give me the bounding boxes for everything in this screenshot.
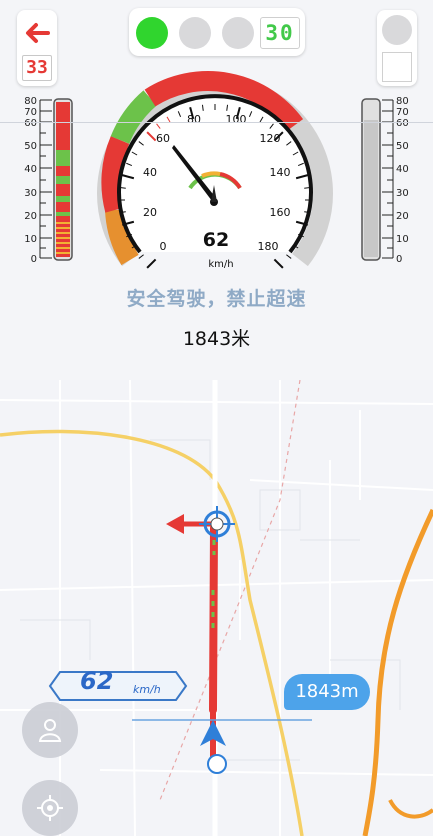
- right-indicator-box: [382, 52, 412, 82]
- right-tick-10: 10: [396, 234, 409, 245]
- left-card: 33: [17, 10, 57, 86]
- left-bar-gauge: 80 70 60 50 40 30 20 10 0: [24, 96, 73, 265]
- right-card: [377, 10, 417, 86]
- dial-label-120: 120: [260, 132, 281, 145]
- traffic-light-green: [136, 17, 168, 49]
- map-speed-pill: [48, 671, 188, 701]
- map-speed-value: 62: [80, 667, 114, 695]
- right-tick-0: 0: [396, 254, 402, 265]
- left-tick-0: 0: [31, 254, 37, 265]
- dial-label-20: 20: [143, 206, 157, 219]
- dial-label-60: 60: [156, 132, 170, 145]
- speed-readout: 62: [203, 229, 229, 251]
- counter-display: 33: [22, 55, 52, 81]
- left-tick-30: 30: [24, 188, 37, 199]
- dial-tick: [286, 254, 292, 259]
- dial-label-160: 160: [270, 206, 291, 219]
- dial-tick: [273, 258, 284, 269]
- right-bar-gauge: 80 70 60 50 40 30 20 10 0: [361, 96, 409, 265]
- map-speed-unit: km/h: [133, 683, 161, 696]
- arrow-left-icon: [26, 23, 50, 43]
- back-button[interactable]: [21, 17, 53, 49]
- profile-button[interactable]: [22, 702, 78, 758]
- person-icon: [38, 719, 62, 742]
- remaining-distance: 1843米: [182, 328, 251, 350]
- right-indicator-light: [382, 15, 412, 45]
- left-tick-20: 20: [24, 211, 37, 222]
- left-tick-50: 50: [24, 141, 37, 152]
- dashboard-panel: 33 30 80 70 60 50 40 30 20 10 0 80 70 60…: [0, 0, 433, 380]
- right-tick-60: 60: [396, 118, 409, 129]
- dial-label-0: 0: [160, 240, 167, 253]
- route-map[interactable]: [0, 380, 433, 836]
- distance-badge: 1843m: [284, 674, 370, 710]
- speedometer: 0 20 40 60 80 100 120 140 160 180 62 km/…: [97, 71, 333, 270]
- right-tick-70: 70: [396, 107, 409, 118]
- right-tick-40: 40: [396, 164, 409, 175]
- divider: [0, 122, 433, 123]
- light-countdown: 30: [260, 17, 300, 49]
- locate-icon: [37, 795, 63, 821]
- traffic-light-red: [222, 17, 254, 49]
- right-tick-20: 20: [396, 211, 409, 222]
- traffic-light-yellow: [179, 17, 211, 49]
- dial-label-140: 140: [270, 166, 291, 179]
- dial-tick: [146, 258, 157, 269]
- left-tick-70: 70: [24, 107, 37, 118]
- dial-label-100: 100: [226, 113, 247, 126]
- left-tick-60: 60: [24, 118, 37, 129]
- left-tick-10: 10: [24, 234, 37, 245]
- dial-label-80: 80: [187, 113, 201, 126]
- locate-button[interactable]: [22, 780, 78, 836]
- dial-tick: [138, 254, 144, 259]
- right-tick-30: 30: [396, 188, 409, 199]
- left-tick-80: 80: [24, 96, 37, 107]
- safety-message: 安全驾驶，禁止超速: [126, 288, 307, 310]
- left-tick-40: 40: [24, 164, 37, 175]
- dial-label-180: 180: [258, 240, 279, 253]
- speed-unit: km/h: [208, 259, 233, 270]
- dial-label-40: 40: [143, 166, 157, 179]
- right-tick-80: 80: [396, 96, 409, 107]
- right-tick-50: 50: [396, 141, 409, 152]
- traffic-light-card: 30: [129, 8, 305, 56]
